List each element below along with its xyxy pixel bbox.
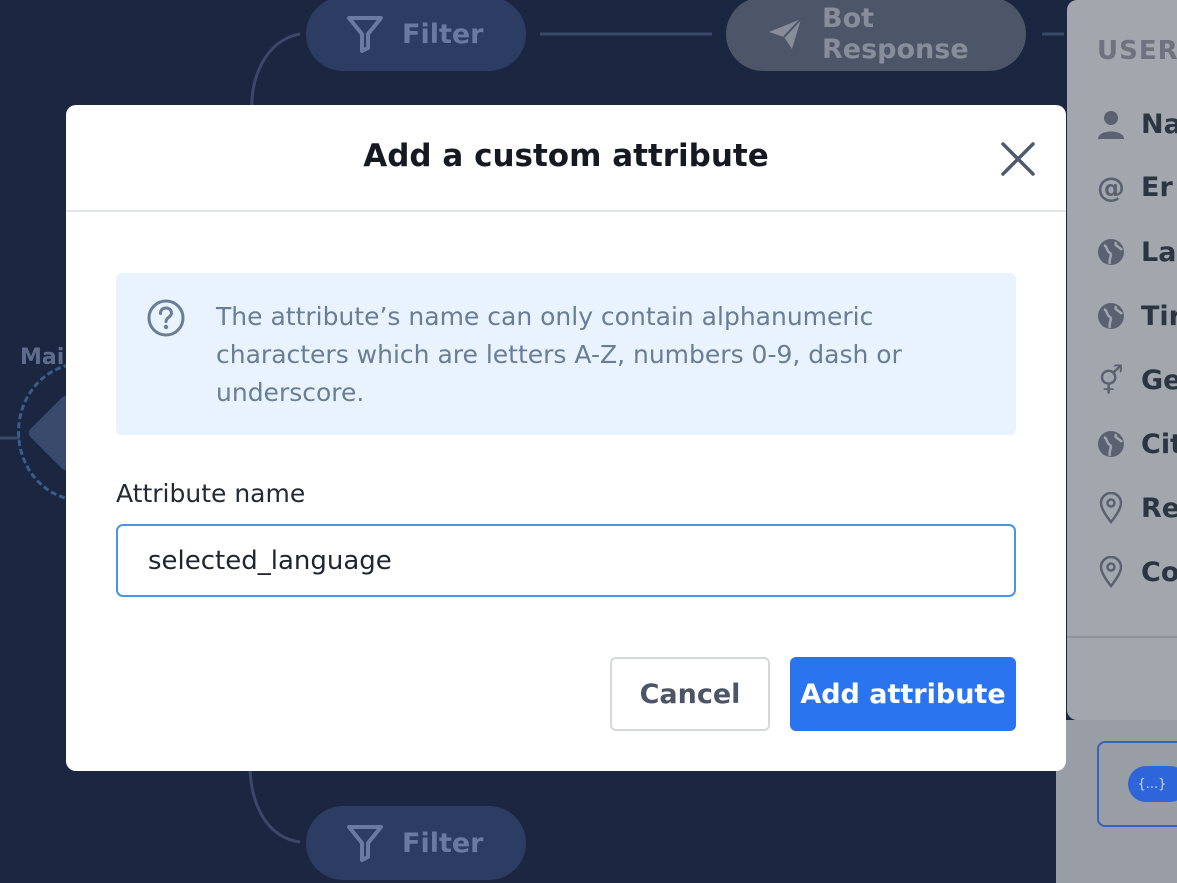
attribute-item-email[interactable]: @ Er [1095, 170, 1173, 204]
attribute-item-gender[interactable]: ⚥ Ge [1095, 363, 1177, 397]
add-custom-attribute-modal: Add a custom attribute The attribute’s n… [66, 105, 1066, 771]
panel-title: USER [1097, 36, 1177, 66]
attribute-name-label: Attribute name [116, 479, 306, 508]
person-icon [1095, 108, 1127, 140]
map-pin-icon [1095, 492, 1127, 524]
attribute-item-region[interactable]: Re [1095, 492, 1177, 524]
panel-divider [1067, 636, 1177, 638]
modal-title: Add a custom attribute [363, 138, 769, 174]
attribute-item-city[interactable]: Cit [1095, 428, 1177, 460]
flow-node-filter-bottom[interactable]: Filter [306, 806, 526, 880]
question-circle-icon [147, 299, 185, 337]
filter-icon [347, 16, 383, 53]
flow-node-label: Filter [402, 18, 484, 50]
variable-badge[interactable]: {...} [1128, 766, 1177, 802]
paper-plane-icon [769, 18, 802, 49]
cancel-button[interactable]: Cancel [610, 657, 770, 731]
info-text: The attribute’s name can only contain al… [216, 302, 902, 407]
info-callout: The attribute’s name can only contain al… [116, 273, 1016, 435]
map-pin-icon [1095, 556, 1127, 588]
attribute-item-country[interactable]: Co [1095, 556, 1177, 588]
flow-node-bot-response[interactable]: Bot Response [726, 0, 1026, 71]
gender-icon: ⚥ [1098, 363, 1124, 397]
attribute-item-name[interactable]: Na [1095, 108, 1177, 140]
attribute-item-language[interactable]: La [1095, 236, 1176, 268]
close-icon [1001, 142, 1035, 176]
flow-node-label: Filter [402, 827, 484, 859]
attribute-name-input[interactable] [116, 524, 1016, 597]
user-attributes-panel: USER Na @ Er La Tir ⚥ Ge Cit Re Co [1067, 0, 1177, 720]
flow-node-filter-top[interactable]: Filter [306, 0, 526, 71]
globe-icon [1095, 236, 1127, 268]
globe-icon [1095, 428, 1127, 460]
flow-node-label: Bot Response [822, 3, 969, 65]
attribute-item-timezone[interactable]: Tir [1095, 300, 1177, 332]
close-button[interactable] [998, 139, 1038, 179]
modal-header: Add a custom attribute [66, 105, 1066, 212]
add-attribute-button[interactable]: Add attribute [790, 657, 1016, 731]
filter-icon [347, 825, 383, 862]
at-icon: @ [1097, 170, 1125, 204]
globe-icon [1095, 300, 1127, 332]
